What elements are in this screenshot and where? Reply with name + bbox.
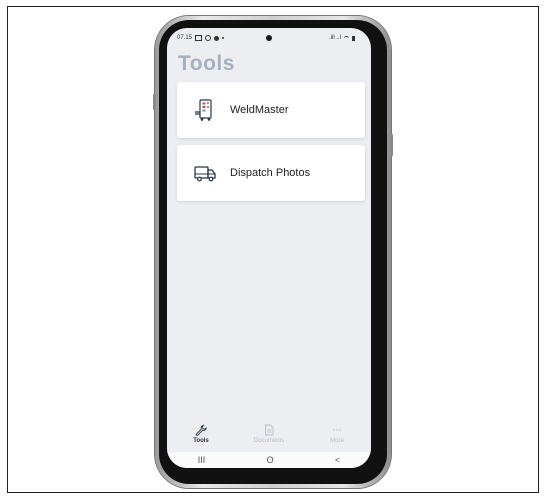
more-dots-icon bbox=[333, 429, 341, 431]
signal-text: .ill ..l bbox=[329, 35, 341, 41]
volume-button bbox=[153, 94, 156, 110]
document-icon bbox=[265, 424, 274, 436]
tool-label: Dispatch Photos bbox=[230, 167, 311, 179]
nav-tab-tools[interactable]: Tools bbox=[171, 424, 231, 444]
nav-label: Tools bbox=[193, 438, 209, 444]
clock-notification-icon bbox=[205, 35, 212, 41]
status-time: 07.15 bbox=[177, 35, 193, 41]
tool-card-weldmaster[interactable]: WeldMaster bbox=[177, 82, 365, 138]
recents-button[interactable]: III bbox=[198, 455, 206, 465]
phone-screen: 07.15 .ill ..l Tools WeldMaster Dispatch… bbox=[167, 28, 371, 468]
tool-label: WeldMaster bbox=[230, 104, 289, 116]
battery-icon bbox=[352, 35, 355, 41]
page-title: Tools bbox=[178, 52, 235, 75]
front-camera bbox=[266, 35, 272, 41]
system-navigation-bar: III O < bbox=[167, 452, 371, 468]
nav-tab-documents[interactable]: Documents bbox=[239, 424, 299, 444]
phone-device: 07.15 .ill ..l Tools WeldMaster Dispatch… bbox=[153, 16, 393, 488]
tool-card-dispatch-photos[interactable]: Dispatch Photos bbox=[177, 145, 365, 201]
home-button[interactable]: O bbox=[267, 455, 274, 465]
status-bar: 07.15 .ill ..l bbox=[167, 28, 371, 48]
nav-label: Documents bbox=[253, 438, 285, 444]
nav-label: More bbox=[330, 438, 344, 444]
back-button[interactable]: < bbox=[335, 455, 340, 465]
truck-icon bbox=[193, 161, 217, 185]
wrench-icon bbox=[195, 424, 207, 436]
wifi-icon bbox=[344, 35, 349, 41]
dot-notification-icon bbox=[222, 37, 225, 39]
nav-tab-more[interactable]: More bbox=[307, 424, 367, 444]
power-button bbox=[390, 134, 393, 156]
chat-notification-icon bbox=[214, 35, 220, 41]
gallery-notification-icon bbox=[195, 35, 203, 41]
weld-machine-icon bbox=[193, 98, 217, 122]
bottom-navigation: Tools Documents More bbox=[167, 424, 371, 454]
